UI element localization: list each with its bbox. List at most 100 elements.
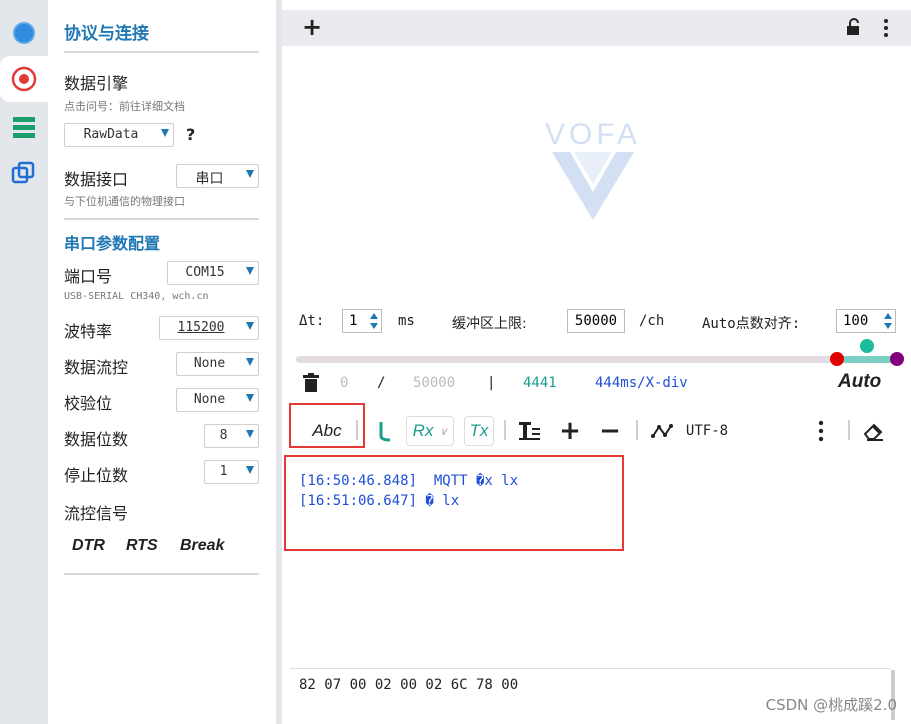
- chevron-down-icon: [246, 466, 254, 474]
- chevron-down-icon: [246, 322, 254, 330]
- parity-value: None: [193, 392, 226, 407]
- chevron-down-icon: [246, 267, 254, 275]
- text-format-icon[interactable]: [518, 416, 542, 446]
- auto-button[interactable]: Auto: [838, 371, 881, 393]
- dt-value: 1: [349, 313, 358, 329]
- auto-align-value: 100: [843, 313, 869, 329]
- help-button[interactable]: ?: [186, 125, 195, 144]
- zoom-in-icon[interactable]: +: [558, 416, 582, 446]
- flow-label: 数据流控: [64, 358, 129, 377]
- separator: [636, 420, 638, 440]
- spin-down-icon[interactable]: [884, 323, 892, 329]
- engine-select[interactable]: RawData: [64, 123, 174, 147]
- slider-handle-left[interactable]: [830, 352, 844, 366]
- divider: [64, 218, 259, 220]
- chevron-down-icon: [246, 394, 254, 402]
- divider: [290, 668, 890, 669]
- watermark: CSDN @桃成蹊2.0: [765, 696, 897, 714]
- serial-config-title: 串口参数配置: [64, 234, 161, 253]
- baud-value: 115200: [177, 320, 225, 335]
- chevron-down-icon: [246, 170, 254, 178]
- main-area: + VOFA Δt: 1 ms 缓冲区上限: 50000 /ch Auto点数对…: [282, 0, 911, 724]
- stat-capacity: 50000: [413, 375, 456, 391]
- add-tab-button[interactable]: +: [302, 13, 322, 41]
- port-hint: USB-SERIAL CH340, wch.cn: [64, 291, 209, 302]
- chevron-down-icon: [246, 358, 254, 366]
- port-select[interactable]: COM15: [167, 261, 259, 285]
- parity-label: 校验位: [64, 394, 113, 413]
- interface-value: 串口: [195, 171, 224, 187]
- stopbits-value: 1: [219, 464, 228, 479]
- databits-value: 8: [219, 428, 228, 443]
- graph-icon[interactable]: [650, 416, 674, 446]
- dt-spinbox[interactable]: 1: [342, 309, 382, 333]
- baud-label: 波特率: [64, 322, 113, 341]
- stat-points: 4441: [523, 375, 557, 391]
- stat-bar: |: [487, 375, 496, 391]
- circle-dot-icon[interactable]: [0, 10, 48, 56]
- spin-up-icon[interactable]: [884, 313, 892, 319]
- parity-select[interactable]: None: [176, 388, 259, 412]
- interface-label: 数据接口: [64, 170, 129, 189]
- engine-value: RawData: [83, 127, 139, 142]
- buffer-unit: /ch: [639, 313, 665, 329]
- top-bar: +: [282, 10, 911, 46]
- panel-title: 协议与连接: [64, 24, 149, 44]
- stopbits-label: 停止位数: [64, 466, 129, 485]
- hex-output: 82 07 00 02 00 02 6C 78 00: [299, 677, 519, 693]
- list-icon[interactable]: [0, 104, 48, 150]
- range-slider-track[interactable]: [296, 356, 896, 363]
- databits-label: 数据位数: [64, 430, 129, 449]
- dt-unit: ms: [398, 313, 415, 329]
- rx-button[interactable]: Rx ∨: [406, 416, 454, 446]
- flow-value: None: [193, 356, 226, 371]
- chevron-down-icon: [161, 129, 169, 137]
- trash-icon[interactable]: [302, 373, 320, 397]
- timestamp-icon[interactable]: [374, 416, 396, 446]
- dt-label: Δt:: [299, 313, 325, 329]
- separator: [356, 420, 358, 440]
- baud-select[interactable]: 115200: [159, 316, 259, 340]
- engine-label: 数据引擎: [64, 74, 129, 93]
- slider-handle-right[interactable]: [890, 352, 904, 366]
- copy-icon[interactable]: [0, 150, 48, 196]
- spin-down-icon[interactable]: [370, 323, 378, 329]
- flow-signal-label: 流控信号: [64, 504, 129, 523]
- port-value: COM15: [185, 265, 225, 280]
- eraser-icon[interactable]: [862, 416, 886, 446]
- more-vertical-icon[interactable]: [816, 416, 826, 446]
- record-icon[interactable]: [0, 56, 48, 102]
- range-slider-fill: [836, 356, 896, 363]
- more-vertical-icon[interactable]: [883, 18, 889, 42]
- highlight-box: [284, 455, 624, 551]
- slider-handle-middle[interactable]: [860, 339, 874, 353]
- vofa-logo-text: VOFA: [544, 118, 642, 151]
- buffer-label: 缓冲区上限:: [452, 316, 527, 332]
- highlight-box: [289, 403, 365, 448]
- stopbits-select[interactable]: 1: [204, 460, 259, 484]
- auto-align-label: Auto点数对齐:: [702, 316, 801, 332]
- divider: [64, 573, 259, 575]
- databits-select[interactable]: 8: [204, 424, 259, 448]
- separator: [848, 420, 850, 440]
- rts-button[interactable]: RTS: [126, 537, 158, 555]
- tx-button[interactable]: Tx: [464, 416, 494, 446]
- icon-rail: [0, 0, 48, 724]
- buffer-input[interactable]: 50000: [567, 309, 625, 333]
- interface-select[interactable]: 串口: [176, 164, 259, 188]
- dtr-button[interactable]: DTR: [72, 537, 105, 555]
- chevron-down-icon: ∨: [439, 425, 448, 438]
- break-button[interactable]: Break: [180, 537, 224, 555]
- rx-label: Rx: [412, 421, 434, 440]
- vofa-logo-icon: [550, 150, 636, 226]
- interface-hint: 与下位机通信的物理接口: [64, 195, 185, 208]
- stat-count: 0: [340, 375, 349, 391]
- zoom-out-icon[interactable]: −: [598, 416, 622, 446]
- flow-select[interactable]: None: [176, 352, 259, 376]
- auto-align-spinbox[interactable]: 100: [836, 309, 896, 333]
- lock-icon[interactable]: [845, 18, 863, 40]
- encoding-button[interactable]: UTF-8: [682, 416, 732, 446]
- stat-xdiv: 444ms/X-div: [595, 375, 688, 391]
- spin-up-icon[interactable]: [370, 313, 378, 319]
- stat-slash: /: [377, 375, 386, 391]
